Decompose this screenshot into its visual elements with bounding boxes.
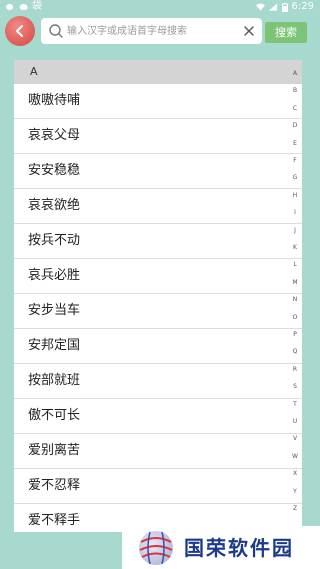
signal-icon bbox=[268, 3, 277, 11]
alphabet-index-letter[interactable]: G bbox=[288, 174, 302, 182]
status-time: 6:29 bbox=[291, 1, 314, 12]
back-button[interactable] bbox=[5, 16, 35, 46]
close-icon[interactable] bbox=[242, 24, 256, 38]
alphabet-index-letter[interactable]: Q bbox=[288, 348, 302, 356]
alphabet-index-letter[interactable]: Y bbox=[288, 488, 302, 496]
battery-icon bbox=[281, 2, 288, 12]
alphabet-index-letter[interactable]: A bbox=[288, 70, 302, 78]
alphabet-index-letter[interactable]: N bbox=[288, 296, 302, 304]
alphabet-index-letter[interactable]: R bbox=[288, 366, 302, 374]
alphabet-index-letter[interactable]: I bbox=[288, 209, 302, 217]
list-item[interactable]: 哀哀父母 bbox=[14, 119, 302, 154]
alphabet-index-letter[interactable]: V bbox=[288, 435, 302, 443]
alphabet-index-letter[interactable]: B bbox=[288, 87, 302, 95]
list-item[interactable]: 安安稳稳 bbox=[14, 154, 302, 189]
alphabet-index-letter[interactable]: U bbox=[288, 418, 302, 426]
alphabet-index-letter[interactable]: P bbox=[288, 331, 302, 339]
status-carrier-text: 袋 bbox=[32, 1, 42, 12]
watermark: 国荣软件园 bbox=[122, 526, 320, 569]
wifi-icon bbox=[255, 3, 265, 11]
alphabet-index-letter[interactable]: E bbox=[288, 140, 302, 148]
alphabet-index-letter[interactable]: X bbox=[288, 470, 302, 478]
chevron-left-icon bbox=[16, 25, 23, 37]
alphabet-index-letter[interactable]: J bbox=[288, 227, 302, 235]
alphabet-index[interactable]: A B C D E F G H I J K L M N O P Q R S T U V W X Y Z bbox=[288, 70, 302, 530]
section-header: A bbox=[14, 60, 302, 84]
search-box[interactable] bbox=[41, 18, 262, 44]
status-bar: 袋 6:29 bbox=[0, 0, 320, 14]
alphabet-index-letter[interactable]: O bbox=[288, 314, 302, 322]
search-input[interactable] bbox=[67, 18, 239, 44]
alphabet-index-letter[interactable]: S bbox=[288, 383, 302, 391]
list-item[interactable]: 安步当车 bbox=[14, 294, 302, 329]
alphabet-index-letter[interactable]: M bbox=[288, 279, 302, 287]
list-item[interactable]: 按兵不动 bbox=[14, 224, 302, 259]
watermark-text: 国荣软件园 bbox=[184, 536, 294, 560]
list-item[interactable]: 傲不可长 bbox=[14, 399, 302, 434]
search-header: 搜索 bbox=[0, 14, 320, 50]
alphabet-index-letter[interactable]: C bbox=[288, 105, 302, 113]
alphabet-index-letter[interactable]: K bbox=[288, 244, 302, 252]
list-item[interactable]: 安邦定国 bbox=[14, 329, 302, 364]
alphabet-index-letter[interactable]: Z bbox=[288, 505, 302, 513]
list-item[interactable]: 哀哀欲绝 bbox=[14, 189, 302, 224]
list-item[interactable]: 按部就班 bbox=[14, 364, 302, 399]
alphabet-index-letter[interactable]: F bbox=[288, 157, 302, 165]
list-item[interactable]: 爱不忍释 bbox=[14, 469, 302, 504]
search-button[interactable]: 搜索 bbox=[265, 22, 307, 43]
alphabet-index-letter[interactable]: L bbox=[288, 261, 302, 269]
alphabet-index-letter[interactable]: W bbox=[288, 453, 302, 461]
chat-icon bbox=[19, 4, 28, 10]
globe-logo-icon bbox=[139, 531, 173, 565]
alphabet-index-letter[interactable]: D bbox=[288, 122, 302, 130]
idiom-list: A 嗷嗷待哺 哀哀父母 安安稳稳 哀哀欲绝 按兵不动 哀兵必胜 安步当车 安邦定… bbox=[14, 60, 302, 532]
list-item[interactable]: 爱别离苦 bbox=[14, 434, 302, 469]
list-item[interactable]: 哀兵必胜 bbox=[14, 259, 302, 294]
wechat-icon bbox=[6, 4, 14, 10]
list-item[interactable]: 嗷嗷待哺 bbox=[14, 84, 302, 119]
alphabet-index-letter[interactable]: T bbox=[288, 401, 302, 409]
search-icon bbox=[49, 24, 63, 38]
alphabet-index-letter[interactable]: H bbox=[288, 192, 302, 200]
